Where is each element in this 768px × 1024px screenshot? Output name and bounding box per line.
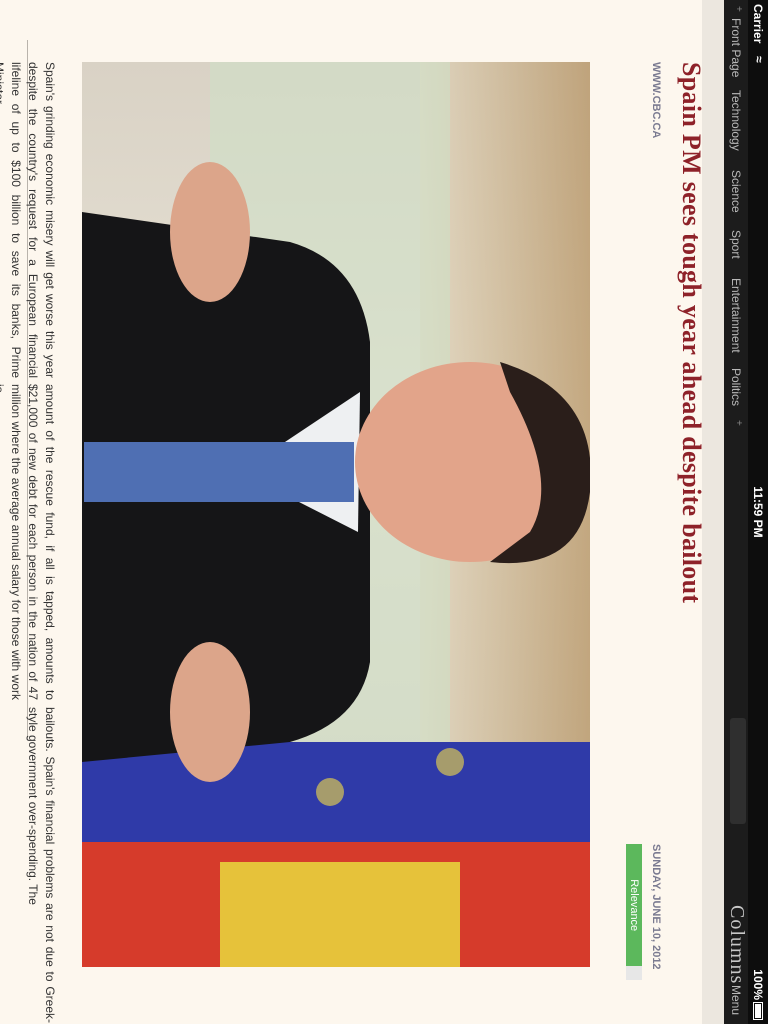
nav-bar: + Front Page Technology Science Sport En… [724,0,748,1024]
article-body-col3: bailouts. Spain's financial problems are… [26,707,57,1023]
article-body-col1: Spain's grinding economic misery will ge… [0,62,57,378]
relevance-fill: Relevance [626,844,642,967]
ipad-screen-rotated: Carrier ≈ 11:59 PM 100% + Front Page Tec… [0,0,768,1024]
article-date: SUNDAY, JUNE 10, 2012 [650,844,662,970]
nav-item-front-page[interactable]: Front Page [729,18,743,77]
article-title: Spain PM sees tough year ahead despite b… [677,62,706,604]
app-brand: Columns [726,905,748,985]
search-input[interactable] [730,718,746,824]
menu-button[interactable]: Menu [729,985,743,1015]
article-source[interactable]: WWW.CBC.CA [650,62,662,138]
nav-item-sport[interactable]: Sport [729,230,743,259]
battery-percent: 100% [751,969,765,1000]
nav-dot-icon: + [733,6,744,12]
status-bar: Carrier ≈ 11:59 PM 100% [748,0,768,1024]
nav-item-politics[interactable]: Politics [729,368,743,406]
article-body-col2: amount of the rescue fund, if all is tap… [0,384,57,700]
nav-item-technology[interactable]: Technology [729,90,743,151]
photo-illustration [82,62,590,967]
nav-dot-icon: + [733,420,744,426]
battery-icon [753,1002,763,1020]
nav-item-entertainment[interactable]: Entertainment [729,278,743,353]
relevance-bar: Relevance [626,844,642,980]
article-photo[interactable] [82,62,590,967]
nav-item-science[interactable]: Science [729,170,743,213]
clock: 11:59 PM [751,486,765,538]
